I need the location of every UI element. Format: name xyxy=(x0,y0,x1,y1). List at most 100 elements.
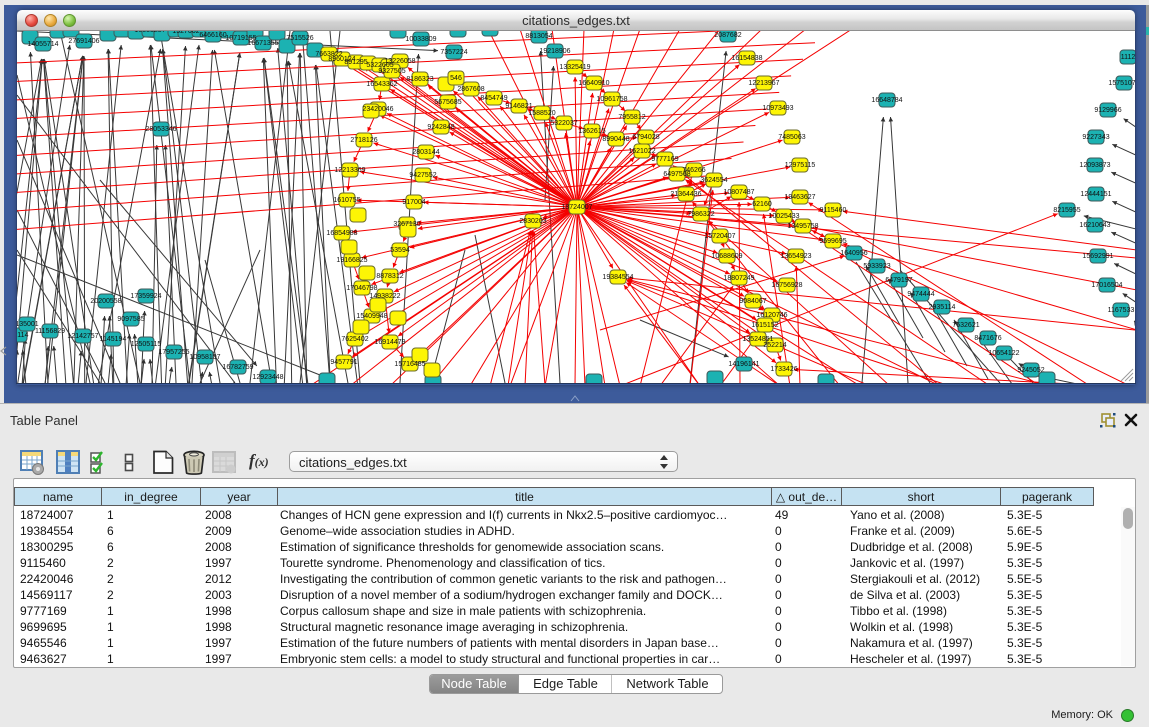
svg-text:28053346: 28053346 xyxy=(145,126,176,133)
svg-text:917004: 917004 xyxy=(402,199,425,206)
svg-text:12093873: 12093873 xyxy=(1079,162,1110,169)
svg-text:1167533: 1167533 xyxy=(1108,307,1135,314)
svg-text:18724007: 18724007 xyxy=(561,204,592,211)
svg-text:1610755: 1610755 xyxy=(333,197,360,204)
svg-text:7986322: 7986322 xyxy=(687,211,714,218)
svg-text:17957255: 17957255 xyxy=(158,349,189,356)
svg-text:13226058: 13226058 xyxy=(384,58,415,65)
svg-text:8186323: 8186323 xyxy=(406,76,433,83)
svg-text:252214: 252214 xyxy=(763,342,786,349)
svg-text:10688609: 10688609 xyxy=(711,253,742,260)
svg-text:9097585: 9097585 xyxy=(117,316,144,323)
svg-text:16914479: 16914479 xyxy=(374,339,405,346)
svg-text:2803144: 2803144 xyxy=(412,149,439,156)
svg-text:16120746: 16120746 xyxy=(756,312,787,319)
svg-text:21364436: 21364436 xyxy=(670,191,701,198)
svg-text:1621022: 1621022 xyxy=(628,148,655,155)
svg-text:6794028: 6794028 xyxy=(632,134,659,141)
svg-text:1362615: 1362615 xyxy=(578,128,605,135)
svg-text:53594: 53594 xyxy=(390,247,410,254)
svg-text:15716485: 15716485 xyxy=(394,361,425,368)
svg-text:15720407: 15720407 xyxy=(704,233,735,240)
svg-text:19463627: 19463627 xyxy=(784,194,815,201)
svg-text:7625402: 7625402 xyxy=(341,336,368,343)
svg-text:16543362: 16543362 xyxy=(366,81,397,88)
svg-text:12444151: 12444151 xyxy=(1080,191,1111,198)
svg-text:10653287: 10653287 xyxy=(134,31,165,34)
svg-text:9084067: 9084067 xyxy=(739,298,766,305)
svg-text:746266: 746266 xyxy=(682,167,705,174)
svg-text:14055714: 14055714 xyxy=(27,41,58,48)
svg-text:7485063: 7485063 xyxy=(778,134,805,141)
svg-text:17359924: 17359924 xyxy=(130,293,161,300)
svg-text:9474444: 9474444 xyxy=(907,291,934,298)
svg-text:7515526: 7515526 xyxy=(286,35,313,42)
svg-text:6466160: 6466160 xyxy=(199,32,226,39)
svg-text:16854988: 16854988 xyxy=(326,230,357,237)
svg-text:8813054: 8813054 xyxy=(525,33,552,40)
svg-text:8215955: 8215955 xyxy=(1053,207,1080,214)
svg-text:13495758: 13495758 xyxy=(787,223,818,230)
svg-text:8990448: 8990448 xyxy=(602,136,629,143)
svg-text:16756928: 16756928 xyxy=(771,282,802,289)
svg-text:9327505: 9327505 xyxy=(378,68,405,75)
svg-text:3624554: 3624554 xyxy=(700,177,727,184)
svg-text:10654122: 10654122 xyxy=(988,350,1019,357)
svg-text:5322037: 5322037 xyxy=(550,120,577,127)
svg-text:9242848: 9242848 xyxy=(427,124,454,131)
svg-text:1733426: 1733426 xyxy=(770,366,797,373)
svg-text:39114: 39114 xyxy=(17,332,29,339)
svg-text:135001: 135001 xyxy=(17,321,39,328)
svg-text:16154838: 16154838 xyxy=(731,55,762,62)
svg-text:9427552: 9427552 xyxy=(409,172,436,179)
svg-text:1145194: 1145194 xyxy=(100,336,127,343)
svg-text:12975115: 12975115 xyxy=(785,162,816,169)
svg-text:10807487: 10807487 xyxy=(723,189,754,196)
svg-text:7357224: 7357224 xyxy=(440,49,467,56)
svg-text:9129966: 9129966 xyxy=(1094,107,1121,114)
svg-text:10033809: 10033809 xyxy=(405,36,436,43)
svg-text:20200558: 20200558 xyxy=(90,298,121,305)
svg-text:19218906: 19218906 xyxy=(539,48,570,55)
svg-text:13325419: 13325419 xyxy=(559,64,590,71)
svg-text:546: 546 xyxy=(450,75,462,82)
svg-text:1588520: 1588520 xyxy=(528,110,555,117)
svg-text:1112: 1112 xyxy=(1121,54,1135,61)
svg-text:8878312: 8878312 xyxy=(376,273,403,280)
svg-text:13654923: 13654923 xyxy=(780,253,811,260)
svg-text:15409948: 15409948 xyxy=(356,313,387,320)
svg-text:5675685: 5675685 xyxy=(434,99,461,106)
svg-text:6479197: 6479197 xyxy=(885,277,912,284)
svg-text:16671355: 16671355 xyxy=(247,40,278,47)
svg-text:2718126: 2718126 xyxy=(350,137,377,144)
svg-text:17046798: 17046798 xyxy=(346,285,377,292)
svg-text:12505115: 12505115 xyxy=(131,341,162,348)
svg-text:3267130: 3267130 xyxy=(393,221,420,228)
svg-text:16782759: 16782759 xyxy=(222,364,253,371)
svg-text:11156829: 11156829 xyxy=(35,328,65,335)
svg-text:2830203: 2830203 xyxy=(519,218,546,225)
svg-text:12213369: 12213369 xyxy=(334,167,365,174)
svg-text:12213967: 12213967 xyxy=(748,80,779,87)
svg-text:2935114: 2935114 xyxy=(929,304,956,311)
svg-text:9777169: 9777169 xyxy=(651,156,678,163)
svg-text:9457791: 9457791 xyxy=(330,359,357,366)
svg-text:7955812: 7955812 xyxy=(618,114,645,121)
svg-text:18807249: 18807249 xyxy=(723,275,754,282)
svg-text:14196141: 14196141 xyxy=(728,361,759,368)
svg-text:891295: 891295 xyxy=(344,59,367,66)
svg-text:5933923: 5933923 xyxy=(863,263,890,270)
svg-text:16640910: 16640910 xyxy=(578,80,609,87)
svg-text:17016504: 17016504 xyxy=(1091,282,1122,289)
svg-text:15692991: 15692991 xyxy=(1082,253,1113,260)
svg-text:16648784: 16648784 xyxy=(871,97,902,104)
svg-text:8471676: 8471676 xyxy=(974,335,1001,342)
svg-text:12923448: 12923448 xyxy=(252,374,283,381)
svg-text:9115460: 9115460 xyxy=(820,207,847,214)
svg-text:12142757: 12142757 xyxy=(67,333,98,340)
svg-text:10973493: 10973493 xyxy=(762,105,793,112)
svg-text:19166825: 19166825 xyxy=(336,257,367,264)
svg-text:10025433: 10025433 xyxy=(768,213,799,220)
svg-text:15751074: 15751074 xyxy=(1108,80,1135,87)
svg-text:19384554: 19384554 xyxy=(602,274,633,281)
